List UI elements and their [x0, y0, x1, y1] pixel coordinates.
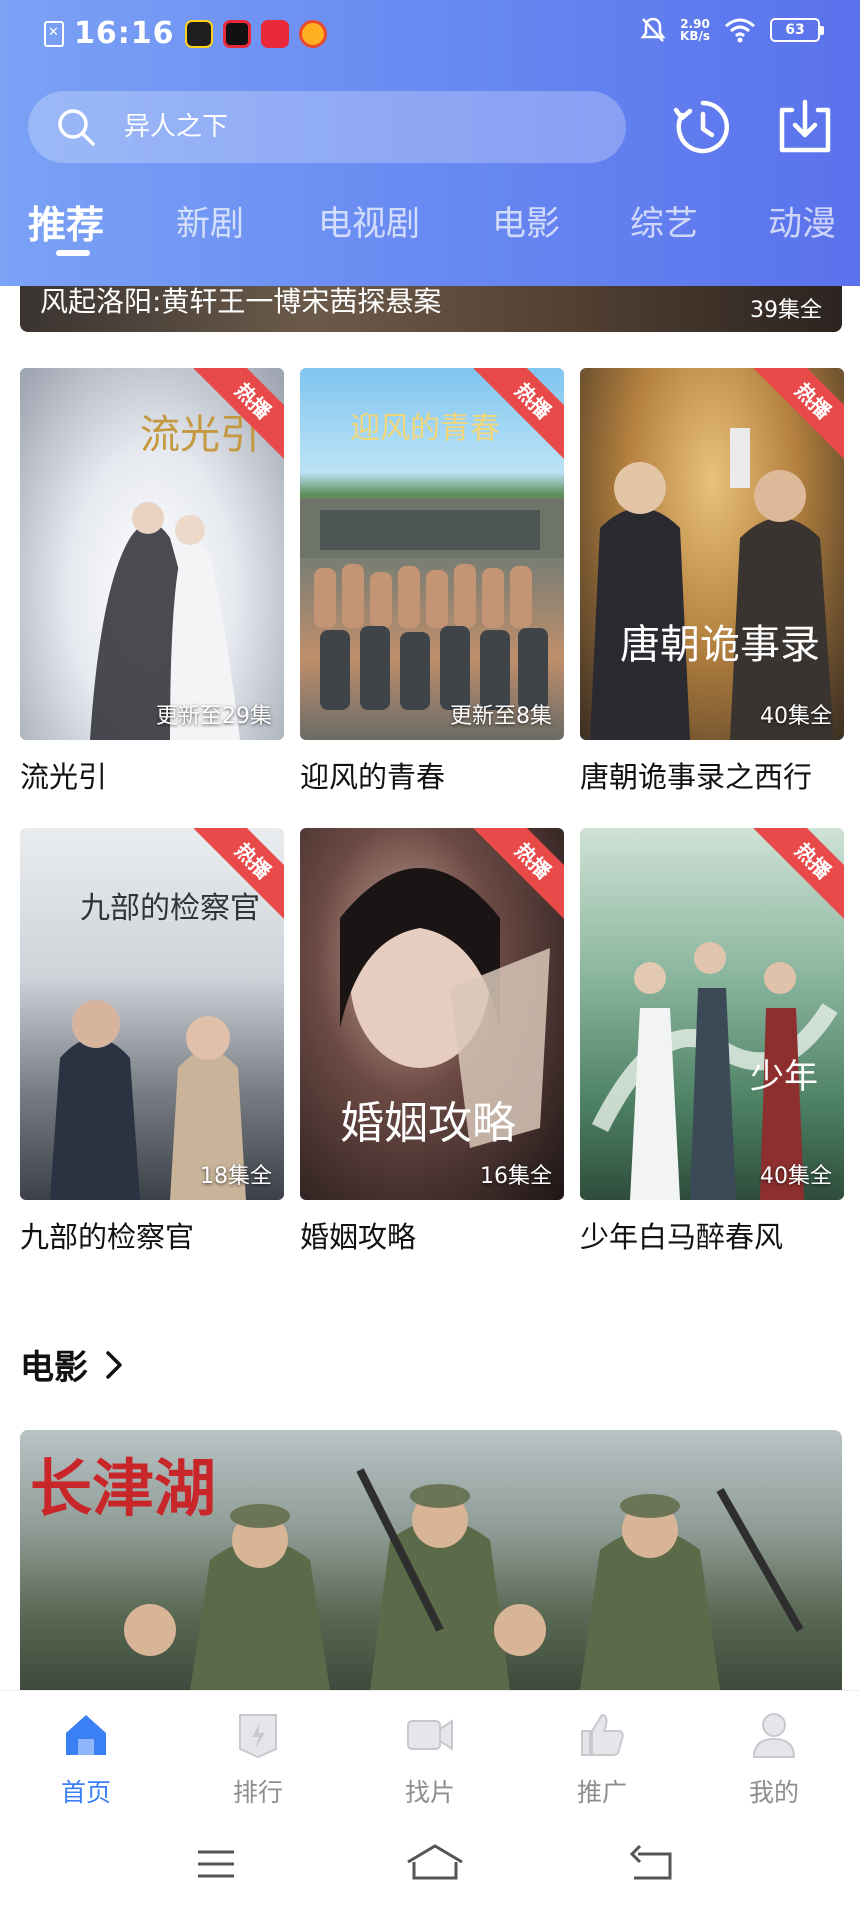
history-button[interactable] — [672, 96, 734, 158]
video-camera-icon — [407, 1719, 453, 1751]
home-outline-icon — [407, 1844, 463, 1880]
tab-variety[interactable]: 综艺 — [630, 196, 698, 245]
nav-me[interactable]: 我的 — [714, 1709, 834, 1809]
show-card[interactable]: 唐朝诡事录 40集全 唐朝诡事录之西行 — [580, 368, 844, 796]
svg-text:婚姻攻略: 婚姻攻略 — [340, 1098, 516, 1149]
banner-title: 风起洛阳:黄轩王一博宋茜探悬案 — [40, 285, 442, 318]
episode-count: 40集全 — [760, 704, 832, 729]
no-sim-icon — [44, 20, 64, 47]
home-button[interactable] — [400, 1840, 470, 1890]
show-card[interactable]: 婚姻攻略 热播 16集全 婚姻攻略 — [300, 828, 564, 1256]
episode-count: 更新至29集 — [156, 704, 272, 729]
nav-find[interactable]: 找片 — [370, 1709, 490, 1809]
nav-promote[interactable]: 推广 — [542, 1709, 662, 1809]
show-poster: 流光引 热播 更新至29集 — [20, 368, 284, 740]
system-navigation-bar — [0, 1810, 860, 1920]
svg-text:长津湖: 长津湖 — [30, 1452, 216, 1525]
nav-label: 我的 — [748, 1778, 799, 1807]
show-title: 婚姻攻略 — [300, 1220, 417, 1254]
show-poster: 少年 热播 40集全 — [580, 828, 844, 1200]
poster-image: 九部的检察官 — [50, 891, 260, 1200]
app-notification-icon — [260, 19, 289, 48]
download-icon — [779, 99, 831, 153]
battery-indicator: 63 — [770, 18, 824, 42]
menu-button[interactable] — [186, 1840, 246, 1890]
chevron-right-icon — [106, 1350, 122, 1379]
wifi-icon — [725, 18, 755, 43]
tab-recommended[interactable]: 推荐 — [28, 194, 104, 249]
download-button[interactable] — [774, 96, 836, 158]
banner-episode-count: 39集全 — [750, 298, 822, 323]
app-notification-icon — [298, 19, 327, 48]
episode-count: 16集全 — [480, 1164, 552, 1189]
search-input[interactable] — [124, 91, 604, 163]
svg-text:少年: 少年 — [750, 1057, 818, 1097]
movie-poster-image: 长津湖 — [30, 1452, 804, 1690]
search-bar[interactable] — [28, 91, 626, 163]
nav-label: 推广 — [576, 1778, 627, 1807]
app-root: 16:16 2.90 KB/s — [0, 0, 860, 1920]
mute-bell-icon — [640, 17, 666, 42]
app-notification-icon — [222, 19, 251, 48]
episode-count: 18集全 — [200, 1164, 272, 1189]
show-poster: 婚姻攻略 热播 16集全 — [300, 828, 564, 1200]
poster-image: 唐朝诡事录 — [590, 428, 834, 740]
show-poster: 迎风的青春 更新至8集 — [300, 368, 564, 740]
active-tab-indicator — [56, 250, 90, 256]
status-bar: 16:16 2.90 KB/s — [0, 0, 860, 66]
show-card[interactable]: 九部的检察官 热播 18集全 九部的检察官 — [20, 828, 284, 1256]
person-icon — [752, 1713, 796, 1758]
poster-image: 少年 — [591, 942, 838, 1200]
tab-anime[interactable]: 动漫 — [768, 196, 836, 245]
status-time: 16:16 — [74, 16, 175, 51]
nav-label: 首页 — [60, 1778, 111, 1807]
episode-count: 40集全 — [760, 1164, 832, 1189]
status-right: 2.90 KB/s 63 — [640, 16, 824, 44]
svg-text:迎风的青春: 迎风的青春 — [350, 411, 500, 446]
nav-home[interactable]: 首页 — [26, 1709, 146, 1809]
back-icon — [629, 1844, 672, 1880]
app-header: 16:16 2.90 KB/s — [0, 0, 860, 286]
section-title: 电影 — [20, 1348, 88, 1388]
show-card[interactable]: 迎风的青春 更新至8集 迎风的青春 — [300, 368, 564, 796]
svg-text:流光引: 流光引 — [140, 412, 260, 458]
app-notification-icon — [184, 19, 213, 48]
status-left: 16:16 — [44, 16, 327, 51]
nav-label: 排行 — [232, 1778, 283, 1807]
home-icon — [66, 1715, 106, 1755]
show-title: 少年白马醉春风 — [580, 1220, 784, 1254]
nav-ranking[interactable]: 排行 — [198, 1709, 318, 1809]
show-title: 迎风的青春 — [300, 760, 446, 794]
movie-section-header[interactable]: 电影 — [20, 1340, 126, 1389]
show-title: 流光引 — [20, 760, 108, 794]
episode-count: 更新至8集 — [450, 704, 552, 729]
show-card[interactable]: 少年 热播 40集全 少年白马醉春风 — [580, 828, 844, 1256]
poster-image: 婚姻攻略 — [340, 868, 550, 1149]
ranking-icon — [239, 1714, 277, 1759]
show-title: 唐朝诡事录之西行 — [580, 760, 813, 794]
category-tabs: 推荐 新剧 电视剧 电影 综艺 动漫 — [0, 196, 860, 286]
nav-label: 找片 — [404, 1778, 455, 1807]
thumbs-up-icon — [581, 1713, 624, 1756]
movie-banner[interactable]: 长津湖 — [20, 1430, 842, 1690]
network-speed-unit: KB/s — [680, 29, 710, 43]
menu-icon — [198, 1850, 234, 1878]
back-button[interactable] — [624, 1840, 684, 1890]
network-speed: 2.90 KB/s — [680, 18, 710, 42]
poster-image: 流光引 — [90, 412, 260, 740]
history-icon — [673, 100, 730, 154]
tab-movies[interactable]: 电影 — [492, 196, 560, 245]
show-card[interactable]: 流光引 热播 更新至29集 流光引 — [20, 368, 284, 796]
tab-new-series[interactable]: 新剧 — [176, 196, 244, 245]
poster-image: 迎风的青春 — [300, 411, 564, 710]
show-poster: 九部的检察官 热播 18集全 — [20, 828, 284, 1200]
search-icon — [58, 109, 95, 146]
show-title: 九部的检察官 — [20, 1220, 195, 1254]
tab-tv-series[interactable]: 电视剧 — [318, 196, 420, 245]
svg-text:九部的检察官: 九部的检察官 — [80, 891, 260, 926]
show-poster: 唐朝诡事录 40集全 — [580, 368, 844, 740]
svg-text:唐朝诡事录: 唐朝诡事录 — [620, 622, 820, 668]
bottom-navigation: 首页 排行 找片 推广 我的 — [0, 1690, 860, 1810]
